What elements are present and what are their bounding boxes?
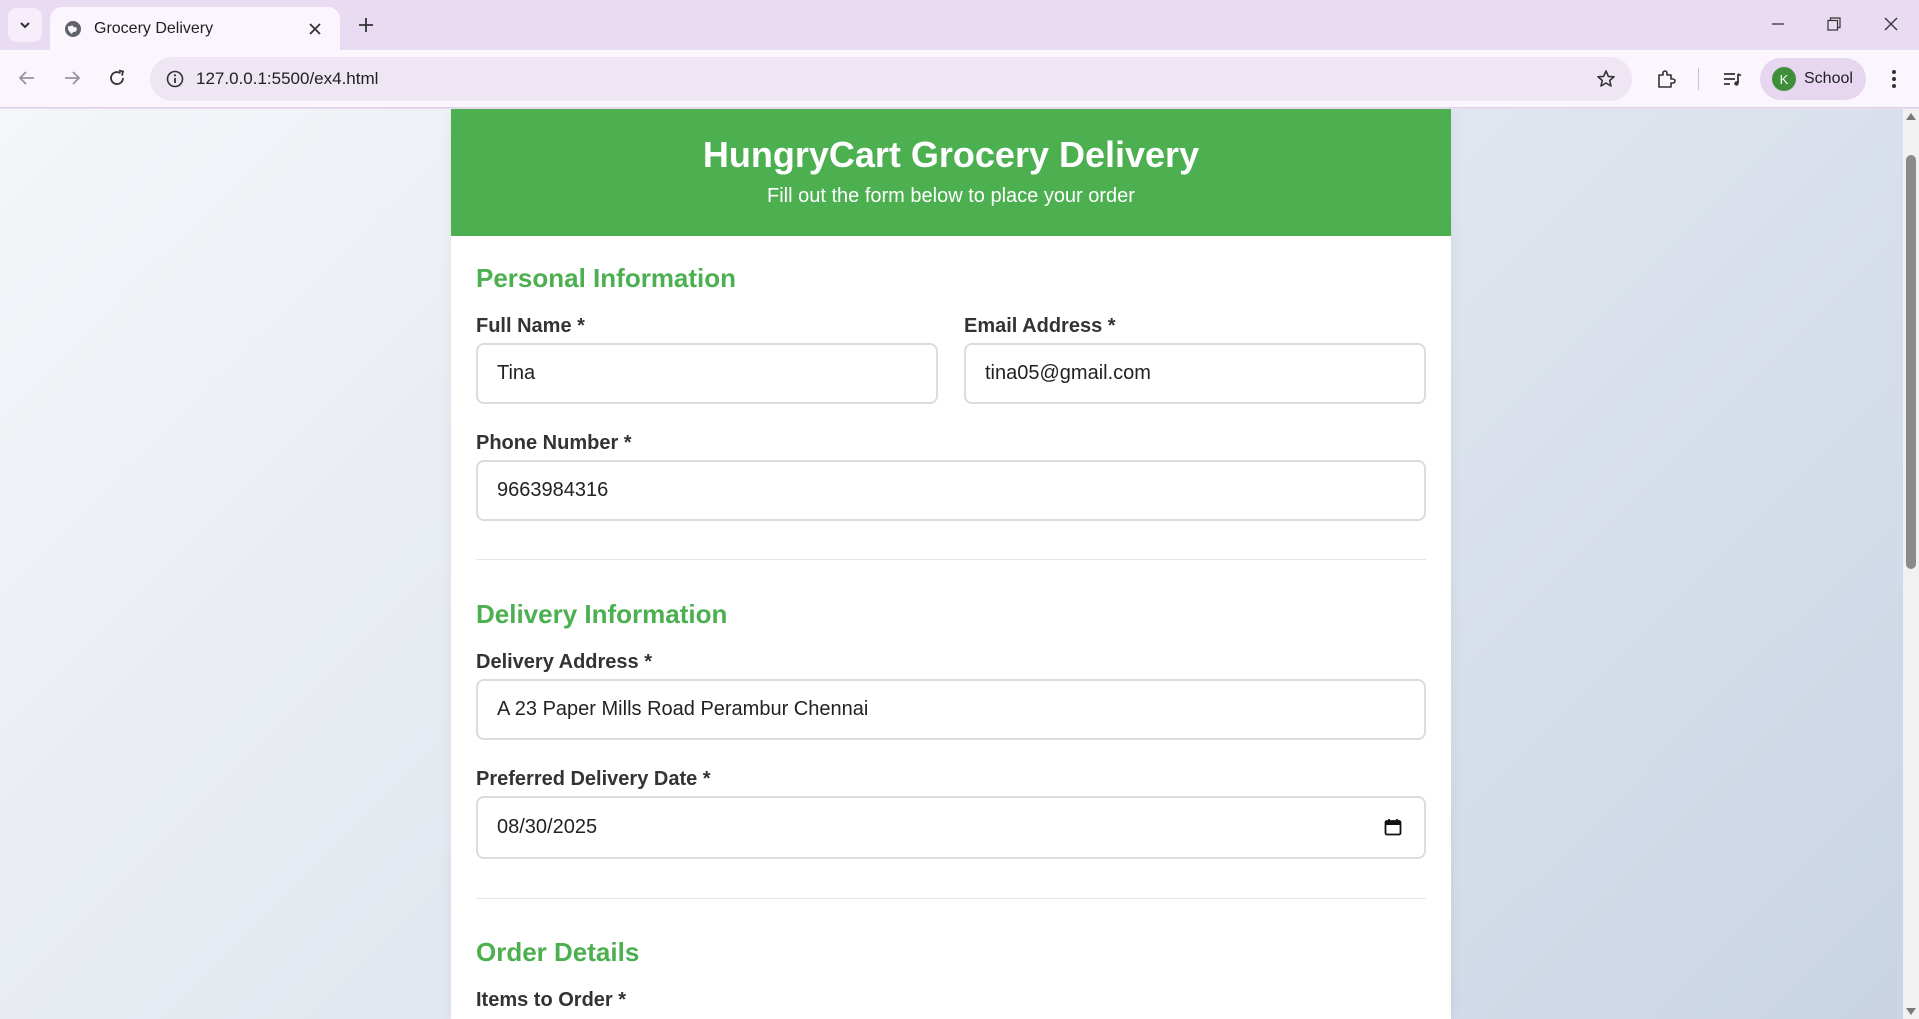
profile-name: School bbox=[1804, 70, 1853, 87]
restore-icon[interactable] bbox=[1806, 0, 1862, 48]
scroll-up-icon[interactable] bbox=[1906, 113, 1916, 120]
minimize-icon[interactable] bbox=[1750, 0, 1806, 48]
page-subtitle: Fill out the form below to place your or… bbox=[767, 184, 1135, 207]
full-name-field[interactable]: Tina bbox=[476, 343, 938, 404]
address-label: Delivery Address * bbox=[476, 651, 653, 673]
chevron-down-icon bbox=[20, 22, 30, 29]
phone-label: Phone Number * bbox=[476, 432, 632, 454]
order-form-card: HungryCart Grocery Delivery Fill out the… bbox=[451, 109, 1451, 1019]
avatar: K bbox=[1772, 67, 1796, 91]
phone-field[interactable]: 9663984316 bbox=[476, 460, 1426, 521]
media-icon[interactable] bbox=[1716, 63, 1748, 95]
browser-toolbar: 127.0.0.1:5500/ex4.html K School bbox=[0, 50, 1919, 108]
address-value: A 23 Paper Mills Road Perambur Chennai bbox=[497, 698, 869, 720]
phone-value: 9663984316 bbox=[497, 479, 609, 501]
date-field[interactable]: 08/30/2025 bbox=[476, 796, 1426, 859]
close-icon[interactable] bbox=[304, 18, 326, 40]
address-bar[interactable]: 127.0.0.1:5500/ex4.html bbox=[150, 57, 1632, 101]
section-title-personal: Personal Information bbox=[476, 263, 737, 293]
reload-icon[interactable] bbox=[99, 60, 135, 96]
section-title-order: Order Details bbox=[476, 937, 640, 967]
star-icon[interactable] bbox=[1594, 67, 1618, 91]
window-close-icon[interactable] bbox=[1863, 0, 1919, 48]
date-value: 08/30/2025 bbox=[497, 816, 598, 838]
globe-icon bbox=[64, 20, 82, 38]
menu-icon[interactable] bbox=[1878, 63, 1910, 95]
email-field[interactable]: tina05@gmail.com bbox=[964, 343, 1426, 404]
items-label: Items to Order * bbox=[476, 989, 627, 1011]
page-title: HungryCart Grocery Delivery bbox=[702, 134, 1200, 175]
plus-icon[interactable] bbox=[352, 11, 380, 39]
scroll-down-icon[interactable] bbox=[1906, 1008, 1916, 1015]
tab-title: Grocery Delivery bbox=[94, 19, 214, 37]
page-viewport: HungryCart Grocery Delivery Fill out the… bbox=[0, 109, 1903, 1019]
full-name-label: Full Name * bbox=[476, 315, 585, 337]
email-label: Email Address * bbox=[964, 315, 1116, 337]
email-value: tina05@gmail.com bbox=[985, 362, 1151, 384]
page-scrollbar[interactable] bbox=[1903, 109, 1919, 1019]
tab-search-button[interactable] bbox=[8, 8, 42, 42]
address-field[interactable]: A 23 Paper Mills Road Perambur Chennai bbox=[476, 679, 1426, 740]
section-title-delivery: Delivery Information bbox=[476, 599, 728, 629]
browser-tab[interactable]: Grocery Delivery bbox=[50, 7, 340, 50]
scrollbar-thumb[interactable] bbox=[1906, 155, 1916, 569]
info-icon[interactable] bbox=[160, 64, 190, 94]
toolbar-separator bbox=[1698, 68, 1699, 90]
calendar-icon[interactable] bbox=[1384, 818, 1402, 836]
full-name-value: Tina bbox=[497, 362, 536, 384]
extensions-icon[interactable] bbox=[1650, 63, 1682, 95]
date-label: Preferred Delivery Date * bbox=[476, 768, 711, 790]
section-divider bbox=[476, 898, 1426, 899]
form-header: HungryCart Grocery Delivery Fill out the… bbox=[451, 109, 1451, 236]
profile-button[interactable]: K School bbox=[1760, 58, 1866, 100]
forward-icon[interactable] bbox=[54, 60, 90, 96]
section-divider bbox=[476, 559, 1426, 560]
url-text: 127.0.0.1:5500/ex4.html bbox=[196, 69, 379, 88]
back-icon[interactable] bbox=[9, 60, 45, 96]
tab-strip: Grocery Delivery bbox=[0, 0, 1919, 50]
